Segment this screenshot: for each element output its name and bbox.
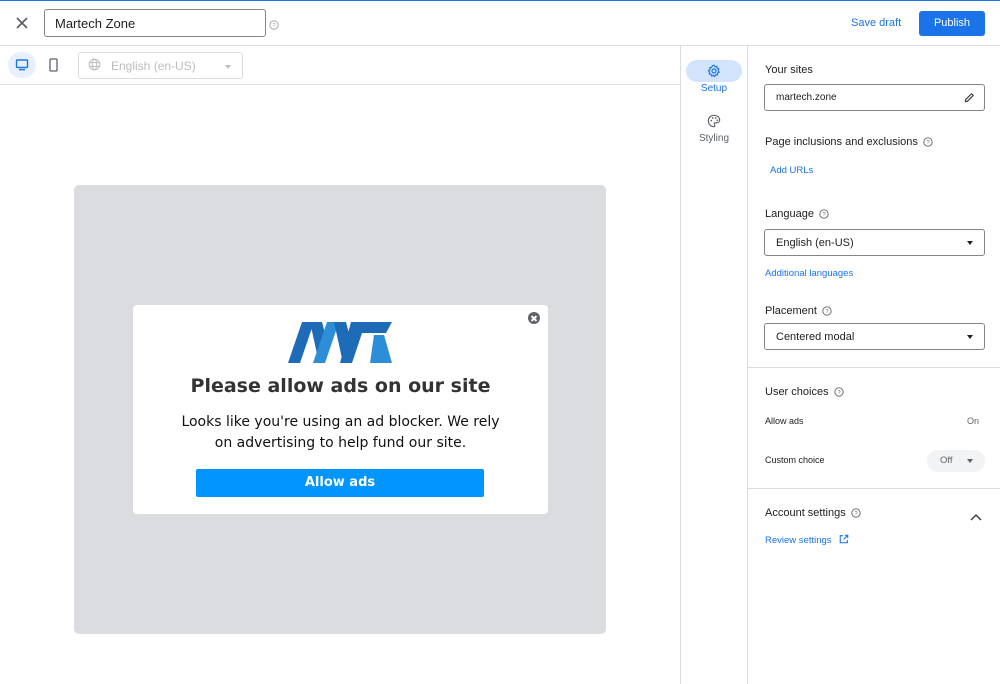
message-name-input[interactable] (44, 9, 266, 37)
help-circle-icon[interactable]: ? (833, 387, 844, 397)
chevron-up-icon[interactable] (970, 508, 982, 526)
chevron-down-icon (967, 241, 973, 245)
navigation-rail: Setup Styling (680, 46, 748, 684)
allow-ads-choice-label: Allow ads (765, 416, 804, 426)
pencil-icon[interactable] (964, 92, 975, 106)
settings-panel: Your sites martech.zone Page inclusions … (748, 46, 1000, 684)
language-label: Language (765, 208, 814, 220)
top-bar: ? Save draft Publish (0, 0, 1000, 46)
help-circle-icon[interactable]: ? (819, 209, 829, 219)
preview-language-select: English (en-US) (78, 52, 243, 79)
rail-item-setup[interactable]: Setup (681, 60, 747, 94)
mobile-icon[interactable] (42, 52, 64, 78)
account-settings-title: Account settings ? (765, 507, 861, 519)
save-draft-button[interactable]: Save draft (845, 11, 907, 35)
language-title: Language ? (765, 208, 829, 220)
placement-select[interactable]: Centered modal (764, 323, 985, 350)
placement-title: Placement ? (765, 305, 832, 317)
close-circle-icon[interactable] (528, 312, 540, 324)
custom-choice-select[interactable]: Off (927, 450, 985, 472)
inclusions-title: Page inclusions and exclusions ? (765, 136, 933, 148)
rail-item-styling[interactable]: Styling (681, 110, 747, 144)
rail-item-label: Setup (700, 83, 728, 94)
help-circle-icon[interactable]: ? (923, 137, 933, 147)
user-choices-title: User choices ? (765, 386, 844, 398)
modal-body: Looks like you're using an ad blocker. W… (181, 414, 500, 451)
add-urls-link[interactable]: Add URLs (770, 165, 813, 176)
your-sites-label: Your sites (765, 64, 813, 76)
gear-icon (686, 60, 742, 82)
help-circle-icon[interactable]: ? (822, 306, 832, 316)
language-value: English (en-US) (776, 236, 854, 249)
modal-title: Please allow ads on our site (190, 375, 491, 397)
custom-choice-label: Custom choice (765, 455, 825, 465)
palette-icon (686, 110, 742, 132)
allow-ads-button[interactable]: Allow ads (196, 469, 484, 497)
divider (748, 367, 1000, 368)
help-circle-icon[interactable]: ? (269, 17, 279, 35)
logo (288, 322, 392, 363)
site-value: martech.zone (776, 92, 837, 103)
chevron-down-icon (967, 459, 973, 463)
publish-button[interactable]: Publish (919, 11, 985, 36)
rail-item-label: Styling (698, 133, 729, 144)
chevron-down-icon (967, 335, 973, 339)
preview-language-value: English (en-US) (111, 58, 196, 73)
placement-label: Placement (765, 305, 817, 317)
close-icon[interactable] (10, 11, 34, 35)
placement-value: Centered modal (776, 330, 855, 343)
globe-icon (88, 58, 101, 74)
allow-ads-choice-value: On (966, 416, 979, 426)
account-settings-label: Account settings (765, 507, 846, 519)
preview-toolbar: English (en-US) (0, 46, 681, 85)
chevron-down-icon (225, 65, 231, 69)
custom-choice-value: Off (940, 455, 953, 466)
inclusions-label: Page inclusions and exclusions (765, 136, 918, 148)
site-field[interactable]: martech.zone (764, 84, 985, 111)
review-settings-label: Review settings (765, 535, 832, 546)
desktop-icon[interactable] (8, 52, 36, 78)
additional-languages-link[interactable]: Additional languages (765, 268, 853, 279)
open-in-new-icon (839, 534, 849, 547)
review-settings-link[interactable]: Review settings (765, 534, 849, 547)
your-sites-title: Your sites (765, 64, 813, 76)
user-choices-label: User choices (765, 386, 829, 398)
help-circle-icon[interactable]: ? (851, 508, 861, 518)
language-select[interactable]: English (en-US) (764, 229, 985, 256)
preview-modal: Please allow ads on our site Looks like … (133, 305, 548, 514)
divider (748, 488, 1000, 489)
